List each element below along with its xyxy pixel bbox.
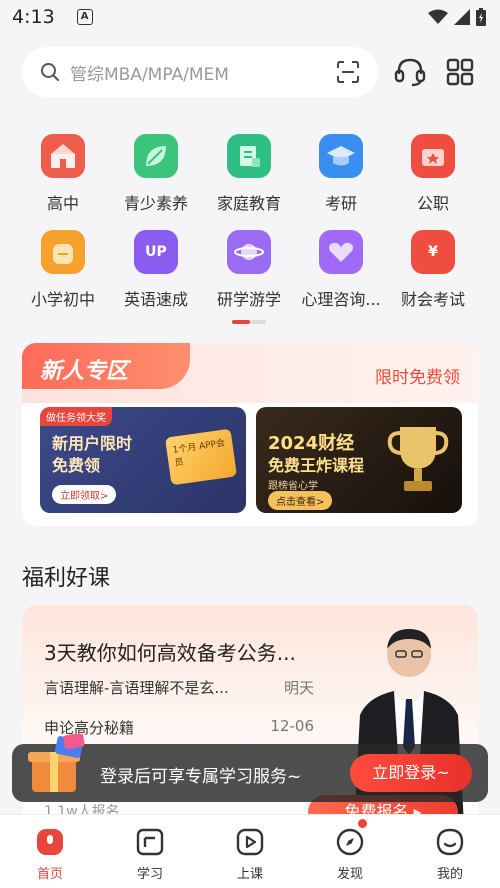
category-label: 青少素养 — [123, 194, 188, 213]
category-item[interactable]: UP 英语速成 — [111, 230, 201, 310]
profile-chat-icon — [436, 828, 464, 856]
banner-subtitle: 跟榜省心学 — [268, 481, 318, 492]
gift-box-icon — [28, 734, 85, 792]
status-bar: 4:13 A — [0, 0, 500, 34]
banner-claim-button[interactable]: 立即领取> — [52, 485, 117, 504]
trophy-icon — [387, 427, 449, 491]
pager-active — [232, 320, 250, 324]
bottom-tab-bar: 首页 学习 上课 发现 我的 — [0, 814, 500, 888]
tab-label: 上课 — [236, 867, 263, 882]
category-label: 公职 — [416, 194, 449, 213]
category-item[interactable]: 研学游学 — [204, 230, 294, 310]
category-label: 家庭教育 — [216, 194, 281, 213]
lesson-name: 言语理解-言语理解不是玄... — [44, 679, 229, 697]
home-icon — [37, 829, 63, 855]
section-title: 福利好课 — [22, 566, 111, 591]
backpack-icon — [41, 230, 85, 274]
lesson-date: 12-06 — [270, 717, 314, 735]
tab-label: 我的 — [436, 867, 463, 882]
category-label: 心理咨询... — [301, 290, 381, 309]
tab-profile[interactable]: 我的 — [400, 815, 500, 888]
yen-bag-icon: ¥ — [411, 230, 455, 274]
category-label: 小学初中 — [30, 290, 95, 309]
notification-dot — [358, 819, 367, 828]
leaf-icon — [134, 134, 178, 178]
school-building-icon — [41, 134, 85, 178]
search-icon — [41, 63, 59, 81]
book-icon — [136, 828, 164, 856]
banner-title: 新用户限时 免费领 — [52, 434, 133, 475]
headset-icon[interactable] — [394, 57, 426, 87]
heart-icon — [319, 230, 363, 274]
status-icons — [428, 8, 486, 26]
compass-icon — [336, 828, 364, 856]
category-item[interactable]: 家庭教育 — [204, 134, 294, 214]
grid-menu-icon[interactable] — [446, 58, 474, 86]
wifi-icon — [428, 9, 448, 24]
banner-ribbon: 做任务领大奖 — [40, 407, 112, 426]
finance-course-banner[interactable]: 2024财经 免费王炸课程 跟榜省心学 点击查看> — [256, 407, 462, 513]
category-label: 高中 — [46, 194, 79, 213]
tab-discover[interactable]: 发现 — [300, 815, 400, 888]
tab-label: 发现 — [336, 867, 363, 882]
tab-label: 学习 — [136, 867, 163, 882]
play-icon — [236, 828, 264, 856]
up-badge-icon: UP — [134, 230, 178, 274]
category-label: 考研 — [324, 194, 357, 213]
tab-label: 首页 — [36, 867, 63, 882]
login-button[interactable]: 立即登录~ — [350, 754, 472, 792]
new-user-zone: 新人专区 限时免费领 做任务领大奖 新用户限时 免费领 1个月 APP会员 立即… — [22, 343, 478, 526]
battery-icon — [476, 8, 486, 26]
lesson-date: 明天 — [283, 679, 314, 697]
category-item[interactable]: 考研 — [296, 134, 386, 214]
category-item[interactable]: 公职 — [388, 134, 478, 214]
login-prompt-toast: 登录后可享专属学习服务~ 立即登录~ — [12, 734, 488, 802]
grid-pager — [232, 320, 266, 324]
search-input[interactable]: 管综MBA/MPA/MEM — [70, 60, 336, 85]
tab-class[interactable]: 上课 — [200, 815, 300, 888]
category-grid: 高中 青少素养 家庭教育 考研 公职 小学初中 UP 英语速成 研学游学 心理咨… — [0, 128, 500, 328]
category-item[interactable]: 小学初中 — [18, 230, 108, 310]
course-title: 3天教你如何高效备考公务... — [44, 641, 296, 665]
category-label: 财会考试 — [400, 290, 465, 309]
category-item[interactable]: 高中 — [18, 134, 108, 214]
app-notification-icon: A — [76, 9, 93, 25]
new-user-banner[interactable]: 做任务领大奖 新用户限时 免费领 1个月 APP会员 立即领取> — [40, 407, 246, 513]
search-bar[interactable]: 管综MBA/MPA/MEM — [22, 47, 378, 97]
tab-study[interactable]: 学习 — [100, 815, 200, 888]
scan-icon[interactable] — [336, 60, 360, 84]
login-prompt-message: 登录后可享专属学习服务~ — [100, 767, 302, 787]
planet-icon — [227, 230, 271, 274]
search-row: 管综MBA/MPA/MEM — [22, 46, 482, 98]
graduation-cap-icon — [319, 134, 363, 178]
category-item[interactable]: ¥ 财会考试 — [388, 230, 478, 310]
category-label: 英语速成 — [123, 290, 188, 309]
free-label[interactable]: 限时免费领 — [375, 363, 460, 388]
banner-title: 2024财经 免费王炸课程 — [268, 433, 365, 475]
briefcase-icon — [411, 134, 455, 178]
header-actions — [394, 57, 474, 87]
new-user-zone-tag: 新人专区 — [22, 343, 190, 389]
category-label: 研学游学 — [216, 290, 281, 309]
tab-home[interactable]: 首页 — [0, 815, 100, 888]
category-item[interactable]: 心理咨询... — [296, 230, 386, 310]
clock: 4:13 — [12, 6, 55, 28]
membership-card-image: 1个月 APP会员 — [164, 428, 238, 486]
banner-view-button[interactable]: 点击查看> — [268, 491, 333, 510]
signal-icon — [454, 9, 470, 25]
lesson-row[interactable]: 言语理解-言语理解不是玄... 明天 — [44, 677, 314, 698]
category-item[interactable]: 青少素养 — [111, 134, 201, 214]
notebook-icon — [227, 134, 271, 178]
